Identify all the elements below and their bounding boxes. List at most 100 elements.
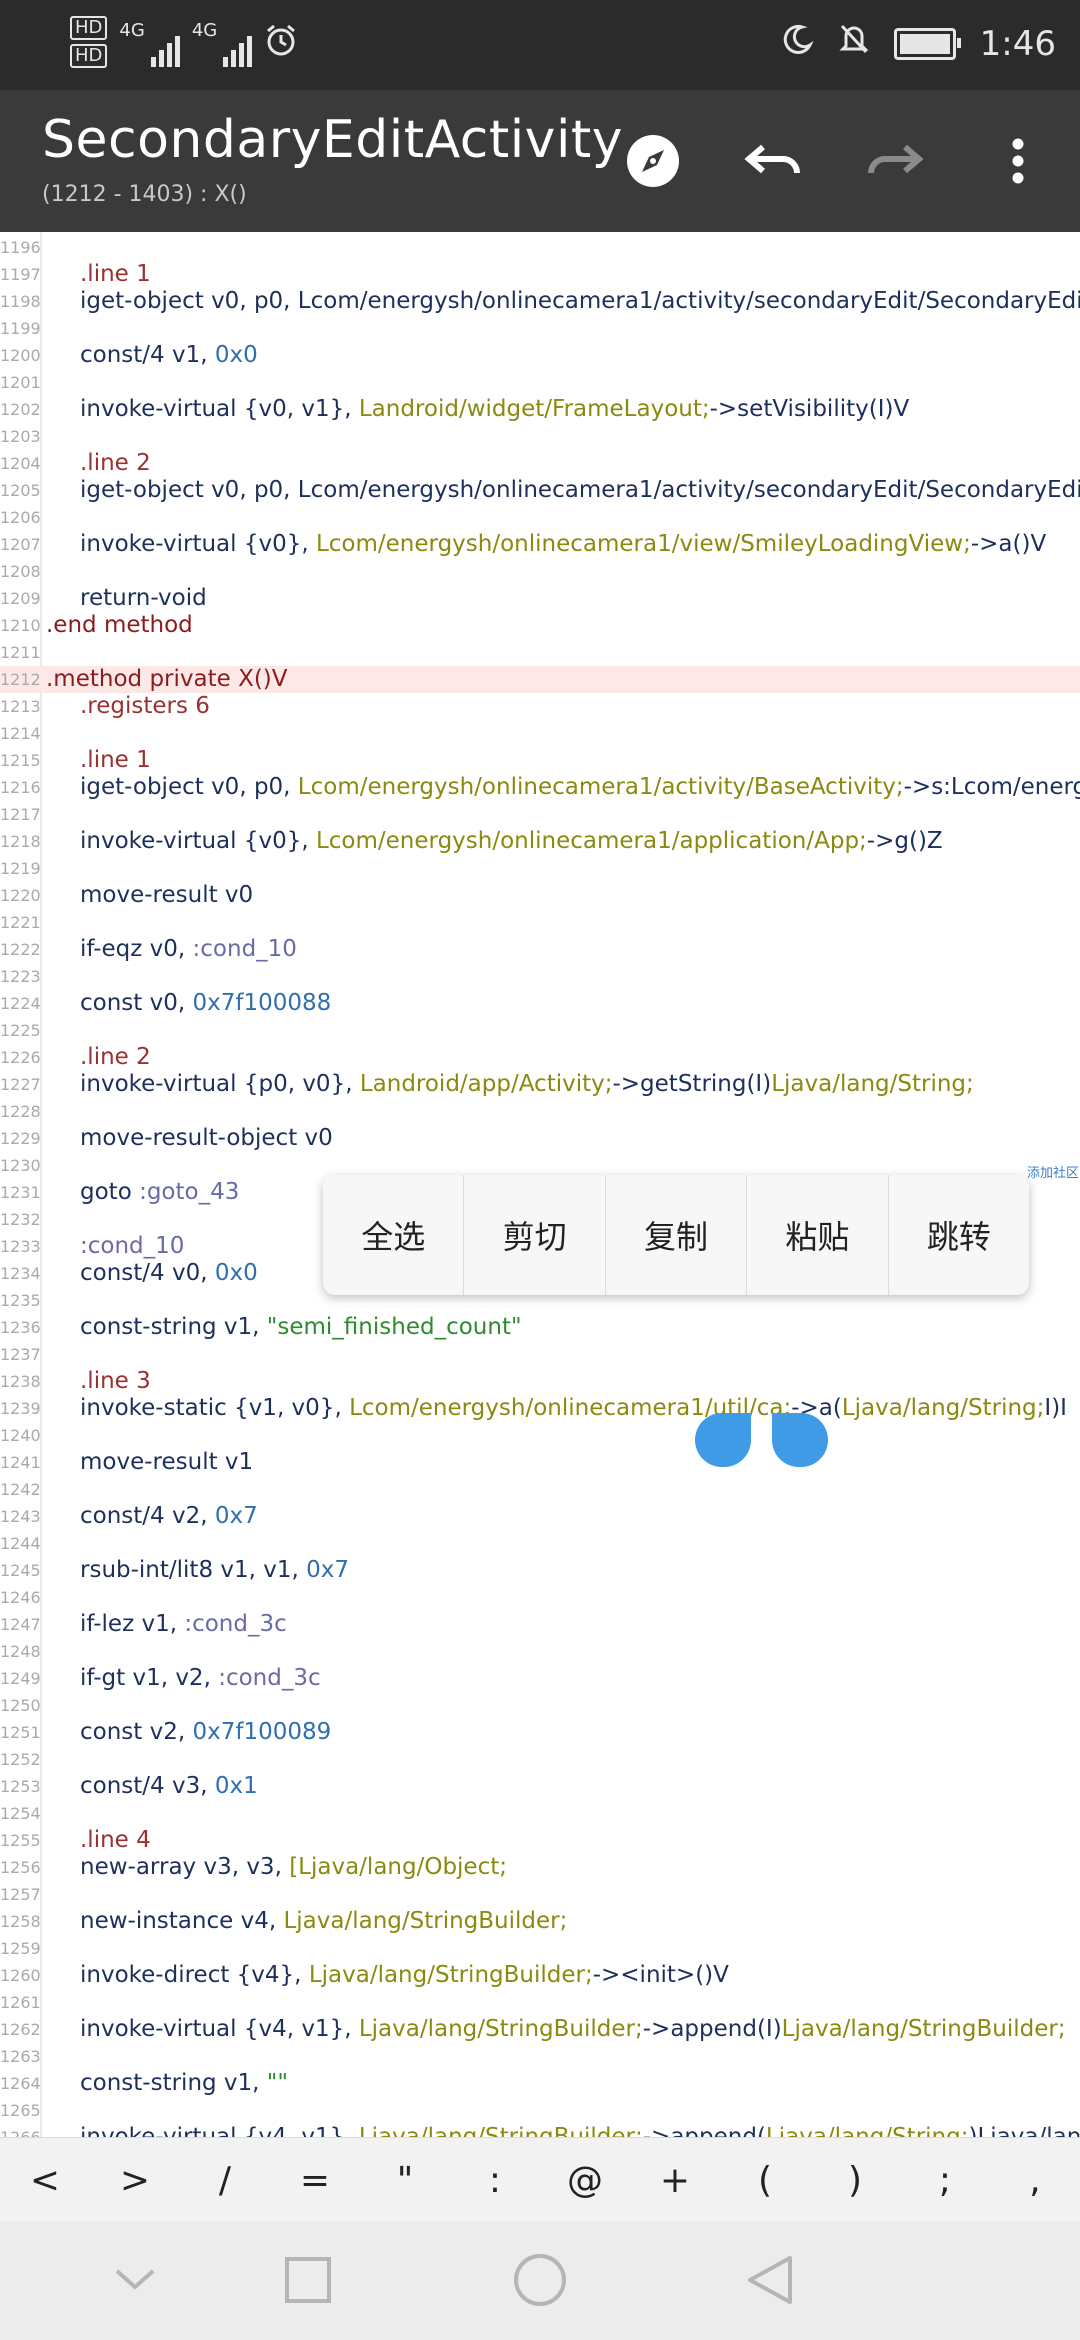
code-text: invoke-virtual {v0}, Lcom/energysh/onlin… bbox=[80, 531, 1047, 557]
code-text: invoke-virtual {p0, v0}, Landroid/app/Ac… bbox=[80, 1071, 974, 1097]
code-line[interactable]: 1252 bbox=[0, 1746, 1080, 1773]
symbol-key[interactable]: " bbox=[360, 2138, 450, 2222]
code-line[interactable]: 1243 const/4 v2, 0x7 bbox=[0, 1503, 1080, 1530]
code-line[interactable]: 1201 bbox=[0, 369, 1080, 396]
code-line[interactable]: 1244 bbox=[0, 1530, 1080, 1557]
symbol-key[interactable]: ; bbox=[900, 2138, 990, 2222]
line-number: 1243 bbox=[0, 1507, 41, 1526]
code-line[interactable]: 1263 bbox=[0, 2043, 1080, 2070]
side-link[interactable]: 添加社区 bbox=[1027, 1162, 1079, 1181]
code-line[interactable]: 1237 bbox=[0, 1341, 1080, 1368]
code-line[interactable]: 1204 .line 2 bbox=[0, 450, 1080, 477]
code-line[interactable]: 1197 .line 1 bbox=[0, 261, 1080, 288]
cut-button[interactable]: 剪切 bbox=[464, 1175, 606, 1295]
code-line[interactable]: 1241 move-result v1 bbox=[0, 1449, 1080, 1476]
code-line[interactable]: 1256 new-array v3, v3, [Ljava/lang/Object… bbox=[0, 1854, 1080, 1881]
code-line[interactable]: 1210 .end method bbox=[0, 612, 1080, 639]
code-line[interactable]: 1223 bbox=[0, 963, 1080, 990]
recents-icon[interactable] bbox=[273, 2245, 343, 2315]
jump-button[interactable]: 跳转 bbox=[889, 1175, 1029, 1295]
code-line[interactable]: 1249 if-gt v1, v2, :cond_3c bbox=[0, 1665, 1080, 1692]
code-text: .registers 6 bbox=[80, 693, 210, 719]
code-line[interactable]: 1225 bbox=[0, 1017, 1080, 1044]
code-line[interactable]: 1258 new-instance v4, Ljava/lang/StringBu… bbox=[0, 1908, 1080, 1935]
compass-icon[interactable] bbox=[620, 128, 686, 194]
code-line[interactable]: 1246 bbox=[0, 1584, 1080, 1611]
line-number: 1229 bbox=[0, 1129, 41, 1148]
code-line[interactable]: 1259 bbox=[0, 1935, 1080, 1962]
selection-handle-start[interactable] bbox=[695, 1413, 751, 1467]
code-line[interactable]: 1227 invoke-virtual {p0, v0}, Landroid/ap… bbox=[0, 1071, 1080, 1098]
code-line[interactable]: 1219 bbox=[0, 855, 1080, 882]
code-line[interactable]: 1265 bbox=[0, 2097, 1080, 2124]
overflow-menu-icon[interactable] bbox=[985, 128, 1051, 194]
code-line[interactable]: 1216 iget-object v0, p0, Lcom/energysh/on… bbox=[0, 774, 1080, 801]
code-line[interactable]: 1236 const-string v1, "semi_finished_coun… bbox=[0, 1314, 1080, 1341]
code-line[interactable]: 1211 bbox=[0, 639, 1080, 666]
symbol-key[interactable]: > bbox=[90, 2138, 180, 2222]
code-line[interactable]: 1203 bbox=[0, 423, 1080, 450]
code-line[interactable]: 1254 bbox=[0, 1800, 1080, 1827]
symbol-key[interactable]: ( bbox=[720, 2138, 810, 2222]
symbol-key[interactable]: : bbox=[450, 2138, 540, 2222]
code-line[interactable]: 1255 .line 4 bbox=[0, 1827, 1080, 1854]
code-line[interactable]: 1238 .line 3 bbox=[0, 1368, 1080, 1395]
code-line[interactable]: 1221 bbox=[0, 909, 1080, 936]
code-line[interactable]: 1217 bbox=[0, 801, 1080, 828]
code-line[interactable]: 1196 bbox=[0, 234, 1080, 261]
code-line[interactable]: 1239 invoke-static {v1, v0}, Lcom/energys… bbox=[0, 1395, 1080, 1422]
code-line[interactable]: 1202 invoke-virtual {v0, v1}, Landroid/wi… bbox=[0, 396, 1080, 423]
code-line[interactable]: 1214 bbox=[0, 720, 1080, 747]
code-line[interactable]: 1228 bbox=[0, 1098, 1080, 1125]
code-line[interactable]: 1248 bbox=[0, 1638, 1080, 1665]
code-line[interactable]: 1208 bbox=[0, 558, 1080, 585]
code-line[interactable]: 1266 invoke-virtual {v4, v1}, Ljava/lang/… bbox=[0, 2124, 1080, 2137]
back-icon[interactable] bbox=[735, 2245, 805, 2315]
code-line[interactable]: 1240 bbox=[0, 1422, 1080, 1449]
symbol-key[interactable]: = bbox=[270, 2138, 360, 2222]
code-line[interactable]: 1224 const v0, 0x7f100088 bbox=[0, 990, 1080, 1017]
symbol-key[interactable]: @ bbox=[540, 2138, 630, 2222]
paste-button[interactable]: 粘贴 bbox=[747, 1175, 889, 1295]
home-icon[interactable] bbox=[505, 2245, 575, 2315]
code-line[interactable]: 1260 invoke-direct {v4}, Ljava/lang/Strin… bbox=[0, 1962, 1080, 1989]
code-line[interactable]: 1242 bbox=[0, 1476, 1080, 1503]
code-line[interactable]: 1261 bbox=[0, 1989, 1080, 2016]
select-all-button[interactable]: 全选 bbox=[323, 1175, 465, 1295]
code-line[interactable]: 1250 bbox=[0, 1692, 1080, 1719]
code-line[interactable]: 1200 const/4 v1, 0x0 bbox=[0, 342, 1080, 369]
code-line[interactable]: 1222 if-eqz v0, :cond_10 bbox=[0, 936, 1080, 963]
code-line[interactable]: 1245 rsub-int/lit8 v1, v1, 0x7 bbox=[0, 1557, 1080, 1584]
symbol-key[interactable]: / bbox=[180, 2138, 270, 2222]
code-line[interactable]: 1264 const-string v1, "" bbox=[0, 2070, 1080, 2097]
redo-icon[interactable] bbox=[862, 128, 928, 194]
selection-handle-end[interactable] bbox=[772, 1413, 828, 1467]
code-line[interactable]: 1218 invoke-virtual {v0}, Lcom/energysh/o… bbox=[0, 828, 1080, 855]
code-line[interactable]: 1253 const/4 v3, 0x1 bbox=[0, 1773, 1080, 1800]
code-line[interactable]: 1205 iget-object v0, p0, Lcom/energysh/on… bbox=[0, 477, 1080, 504]
symbol-key[interactable]: + bbox=[630, 2138, 720, 2222]
code-line[interactable]: 1247 if-lez v1, :cond_3c bbox=[0, 1611, 1080, 1638]
code-line[interactable]: 1251 const v2, 0x7f100089 bbox=[0, 1719, 1080, 1746]
hide-keyboard-icon[interactable] bbox=[100, 2245, 170, 2315]
copy-button[interactable]: 复制 bbox=[606, 1175, 748, 1295]
code-text: .line 2 bbox=[80, 1044, 151, 1070]
line-number: 1219 bbox=[0, 859, 41, 878]
code-line[interactable]: 1257 bbox=[0, 1881, 1080, 1908]
code-line[interactable]: 1199 bbox=[0, 315, 1080, 342]
code-line[interactable]: 1220 move-result v0 bbox=[0, 882, 1080, 909]
code-line[interactable]: 1206 bbox=[0, 504, 1080, 531]
code-line[interactable]: 1215 .line 1 bbox=[0, 747, 1080, 774]
undo-icon[interactable] bbox=[740, 128, 806, 194]
code-line[interactable]: 1229 move-result-object v0 bbox=[0, 1125, 1080, 1152]
code-line[interactable]: 1226 .line 2 bbox=[0, 1044, 1080, 1071]
code-line[interactable]: 1209 return-void bbox=[0, 585, 1080, 612]
symbol-key[interactable]: ) bbox=[810, 2138, 900, 2222]
symbol-key[interactable]: < bbox=[0, 2138, 90, 2222]
code-line[interactable]: 1212 .method private X()V bbox=[0, 666, 1080, 693]
code-line[interactable]: 1262 invoke-virtual {v4, v1}, Ljava/lang/… bbox=[0, 2016, 1080, 2043]
code-line[interactable]: 1198 iget-object v0, p0, Lcom/energysh/on… bbox=[0, 288, 1080, 315]
code-line[interactable]: 1207 invoke-virtual {v0}, Lcom/energysh/o… bbox=[0, 531, 1080, 558]
code-line[interactable]: 1213 .registers 6 bbox=[0, 693, 1080, 720]
symbol-key[interactable]: , bbox=[990, 2138, 1080, 2222]
